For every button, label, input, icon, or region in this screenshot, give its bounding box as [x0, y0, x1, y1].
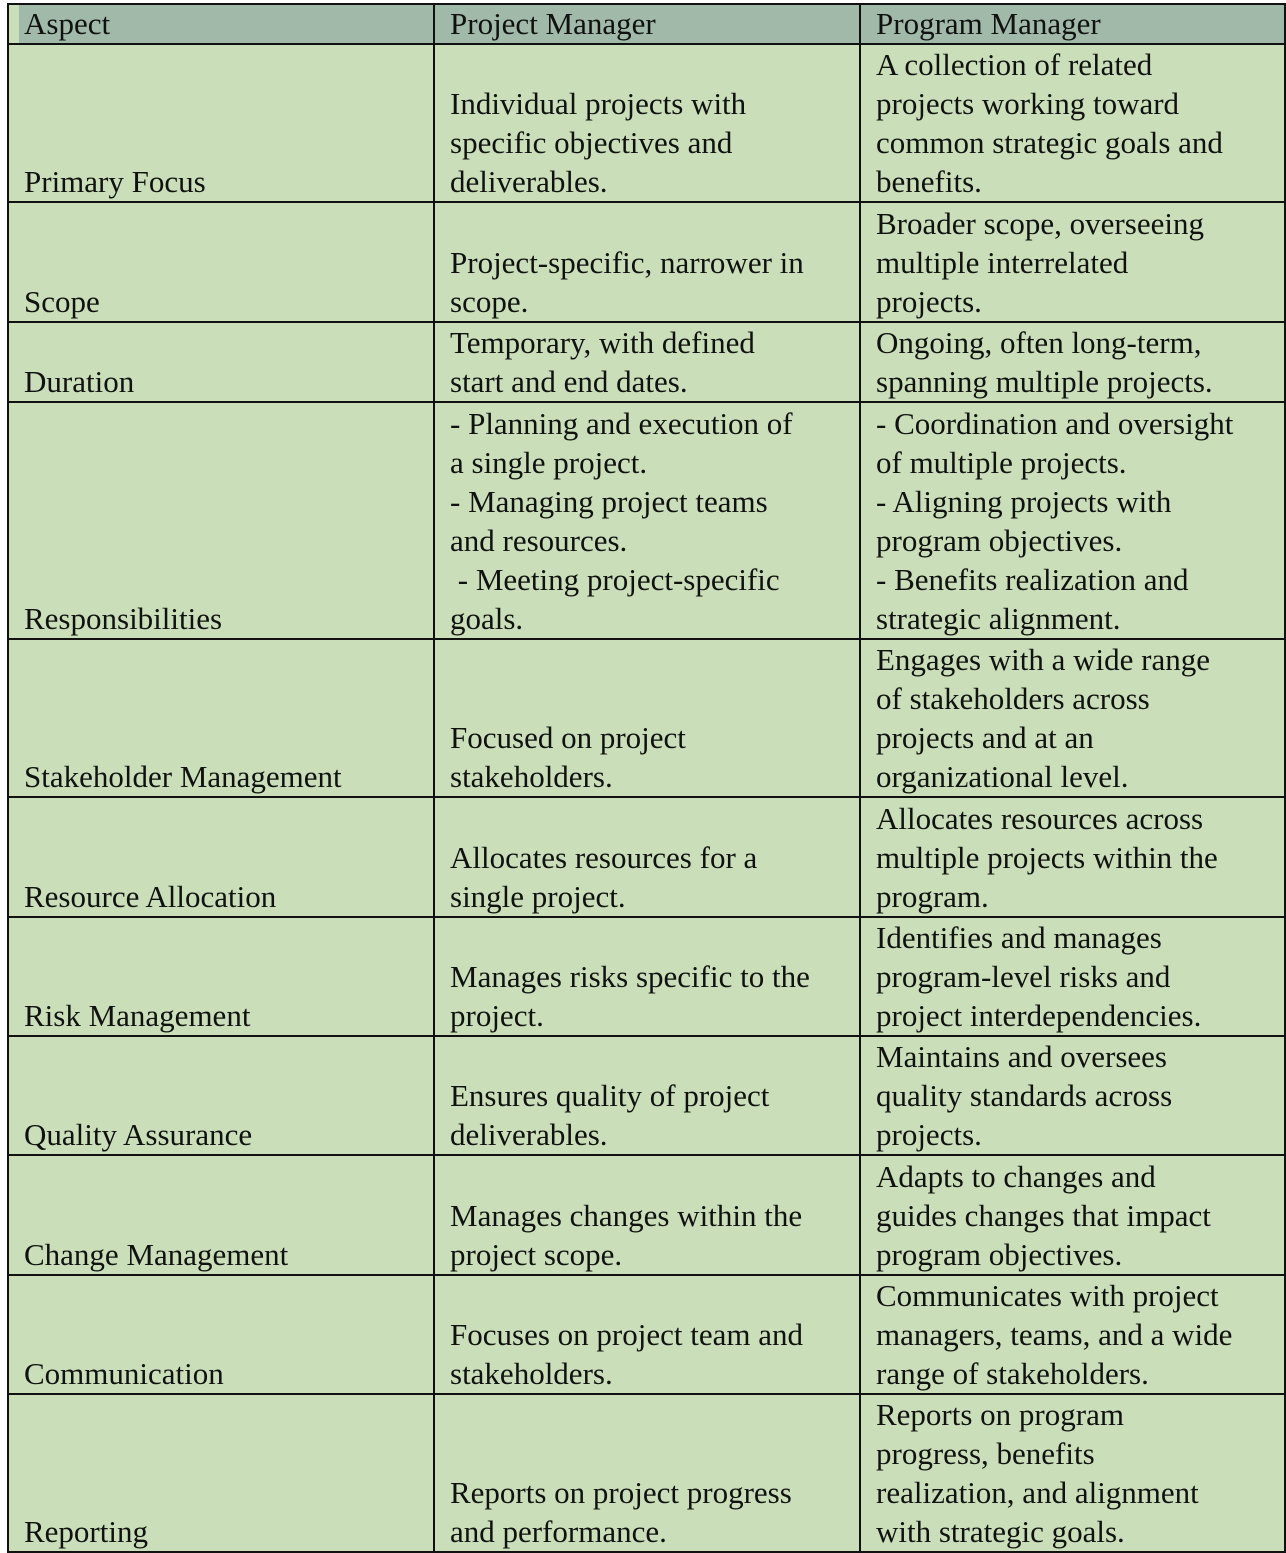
project-manager-cell: Project-specific, narrower in scope.	[433, 201, 861, 323]
program-manager-cell: Allocates resources across multiple proj…	[859, 796, 1286, 918]
program-manager-cell: Reports on program progress, benefits re…	[859, 1393, 1286, 1553]
program-manager-cell: Maintains and oversees quality standards…	[859, 1035, 1286, 1156]
aspect-cell: Quality Assurance	[7, 1035, 435, 1156]
aspect-cell: Change Management	[7, 1154, 435, 1276]
program-manager-cell: Engages with a wide range of stakeholder…	[859, 638, 1286, 798]
aspect-cell: Communication	[7, 1274, 435, 1395]
aspect-cell: Primary Focus	[7, 43, 435, 203]
program-manager-cell: Broader scope, overseeing multiple inter…	[859, 201, 1286, 323]
program-manager-cell: Ongoing, often long-term, spanning multi…	[859, 321, 1286, 403]
table-row: Responsibilities - Planning and executio…	[7, 401, 1286, 640]
project-manager-cell: Individual projects with specific object…	[433, 43, 861, 203]
table-row: Communication Focuses on project team an…	[7, 1274, 1286, 1395]
aspect-cell: Duration	[7, 321, 435, 403]
table-row: Stakeholder Management Focused on projec…	[7, 638, 1286, 798]
comparison-table: Aspect Project Manager Program Manager P…	[7, 3, 1286, 1553]
program-manager-cell: - Coordination and oversight of multiple…	[859, 401, 1286, 640]
table-row: Change Management Manages changes within…	[7, 1154, 1286, 1276]
aspect-cell: Resource Allocation	[7, 796, 435, 918]
header-project-manager: Project Manager	[433, 3, 861, 45]
aspect-cell: Reporting	[7, 1393, 435, 1553]
aspect-cell: Stakeholder Management	[7, 638, 435, 798]
project-manager-cell: Reports on project progress and performa…	[433, 1393, 861, 1553]
project-manager-cell: Ensures quality of project deliverables.	[433, 1035, 861, 1156]
header-program-manager: Program Manager	[859, 3, 1286, 45]
header-aspect: Aspect	[7, 3, 435, 45]
table-row: Duration Temporary, with defined start a…	[7, 321, 1286, 403]
table-row: Quality Assurance Ensures quality of pro…	[7, 1035, 1286, 1156]
table-row: Primary Focus Individual projects with s…	[7, 43, 1286, 203]
project-manager-cell: Allocates resources for a single project…	[433, 796, 861, 918]
table-row: Resource Allocation Allocates resources …	[7, 796, 1286, 918]
program-manager-cell: A collection of related projects working…	[859, 43, 1286, 203]
project-manager-cell: Manages changes within the project scope…	[433, 1154, 861, 1276]
project-manager-cell: Focuses on project team and stakeholders…	[433, 1274, 861, 1395]
program-manager-cell: Communicates with project managers, team…	[859, 1274, 1286, 1395]
aspect-cell: Responsibilities	[7, 401, 435, 640]
project-manager-cell: Manages risks specific to the project.	[433, 916, 861, 1037]
project-manager-cell: Focused on project stakeholders.	[433, 638, 861, 798]
aspect-cell: Scope	[7, 201, 435, 323]
table-row: Scope Project-specific, narrower in scop…	[7, 201, 1286, 323]
aspect-cell: Risk Management	[7, 916, 435, 1037]
program-manager-cell: Adapts to changes and guides changes tha…	[859, 1154, 1286, 1276]
header-row: Aspect Project Manager Program Manager	[7, 3, 1286, 45]
program-manager-cell: Identifies and manages program-level ris…	[859, 916, 1286, 1037]
table-row: Risk Management Manages risks specific t…	[7, 916, 1286, 1037]
project-manager-cell: - Planning and execution of a single pro…	[433, 401, 861, 640]
project-manager-cell: Temporary, with defined start and end da…	[433, 321, 861, 403]
table-row: Reporting Reports on project progress an…	[7, 1393, 1286, 1553]
